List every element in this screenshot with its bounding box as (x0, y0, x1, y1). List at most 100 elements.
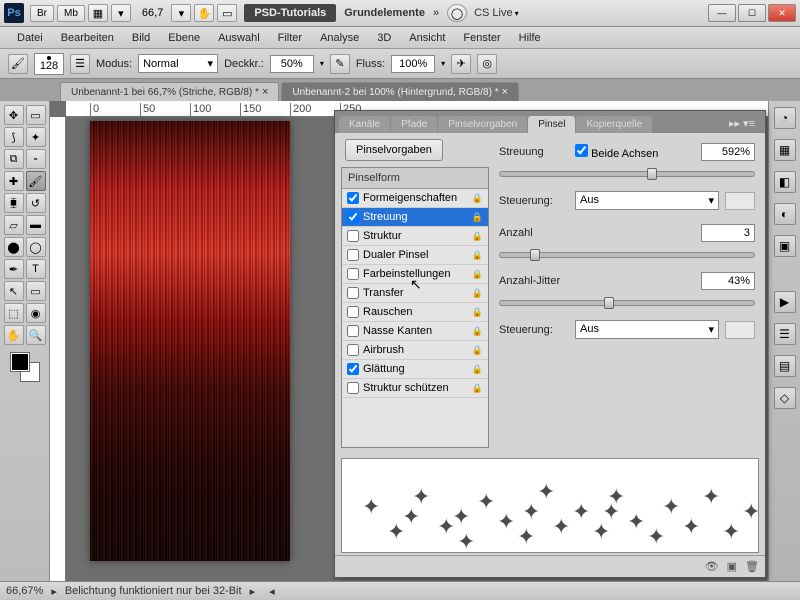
3d-tool[interactable]: ⬚ (4, 303, 24, 323)
lock-icon[interactable]: 🔒 (472, 269, 483, 280)
lock-icon[interactable]: 🔒 (472, 383, 483, 394)
menu-hilfe[interactable]: Hilfe (510, 29, 550, 47)
dodge-tool[interactable]: ◯ (26, 237, 46, 257)
brush-tool[interactable]: 🖌 (26, 171, 46, 191)
control-select-1[interactable]: Aus▾ (575, 191, 719, 210)
menu-analyse[interactable]: Analyse (311, 29, 368, 47)
brush-option-struktur-schützen[interactable]: Struktur schützen🔒 (342, 379, 488, 398)
blur-tool[interactable]: ⬤ (4, 237, 24, 257)
airbrush-icon[interactable]: ✈ (451, 54, 471, 74)
shape-tool[interactable]: ▭ (26, 281, 46, 301)
brush-presets-button[interactable]: Pinselvorgaben (345, 139, 443, 161)
canvas[interactable] (90, 121, 290, 561)
option-checkbox[interactable] (347, 344, 359, 356)
mode-select[interactable]: Normal▾ (138, 54, 218, 73)
option-checkbox[interactable] (347, 211, 359, 223)
chevron-right-icon[interactable]: » (433, 7, 439, 19)
brush-option-rauschen[interactable]: Rauschen🔒 (342, 303, 488, 322)
panel-tab-kanäle[interactable]: Kanäle (339, 116, 390, 133)
crop-tool[interactable]: ⧉ (4, 149, 24, 169)
marquee-tool[interactable]: ▭ (26, 105, 46, 125)
history-brush-tool[interactable]: ↺ (26, 193, 46, 213)
count-value-input[interactable]: 3 (701, 224, 755, 242)
zoom-value[interactable]: 66,7 (142, 7, 163, 19)
menu-fenster[interactable]: Fenster (454, 29, 509, 47)
document-tab[interactable]: Unbenannt-1 bei 66,7% (Striche, RGB/8) *… (60, 82, 279, 101)
flow-input[interactable]: 100% (391, 55, 435, 73)
brush-option-airbrush[interactable]: Airbrush🔒 (342, 341, 488, 360)
flow-dropdown-icon[interactable]: ▾ (441, 59, 445, 68)
wand-tool[interactable]: ✦ (26, 127, 46, 147)
lock-icon[interactable]: 🔒 (472, 288, 483, 299)
path-select-tool[interactable]: ↖ (4, 281, 24, 301)
chevron-right-icon[interactable]: ▸ (250, 585, 256, 598)
option-checkbox[interactable] (347, 306, 359, 318)
lock-icon[interactable]: 🔒 (472, 250, 483, 261)
both-axes-checkbox[interactable]: Beide Achsen (575, 144, 658, 160)
3d-camera-tool[interactable]: ◉ (26, 303, 46, 323)
panel-tab-pinsel[interactable]: Pinsel (528, 116, 575, 133)
brush-option-nasse-kanten[interactable]: Nasse Kanten🔒 (342, 322, 488, 341)
healing-tool[interactable]: ✚ (4, 171, 24, 191)
option-checkbox[interactable] (347, 249, 359, 261)
tablet-pressure-icon[interactable]: ◎ (477, 54, 497, 74)
menu-auswahl[interactable]: Auswahl (209, 29, 269, 47)
layers-panel-icon[interactable]: ☰ (774, 323, 796, 345)
brush-option-dualer-pinsel[interactable]: Dualer Pinsel🔒 (342, 246, 488, 265)
type-tool[interactable]: T (26, 259, 46, 279)
menu-ebene[interactable]: Ebene (159, 29, 209, 47)
lock-icon[interactable]: 🔒 (472, 193, 483, 204)
trash-icon[interactable]: 🗑 (745, 560, 759, 573)
toggle-preview-icon[interactable]: 👁 (705, 560, 719, 573)
lasso-tool[interactable]: ⟆ (4, 127, 24, 147)
arrange-icon[interactable]: ▭ (217, 4, 237, 22)
adjustments-panel-icon[interactable]: ◐ (774, 203, 796, 225)
maximize-button[interactable]: ☐ (738, 4, 766, 22)
swatches-panel-icon[interactable]: ▦ (774, 139, 796, 161)
panel-menu-icon[interactable]: ▸▸ ▾≡ (723, 114, 761, 133)
cslive-label[interactable]: CS Live (474, 7, 513, 19)
count-jitter-input[interactable]: 43% (701, 272, 755, 290)
brush-preset-picker[interactable]: 128 (34, 53, 64, 75)
document-tab[interactable]: Unbenannt-2 bei 100% (Hintergrund, RGB/8… (281, 82, 519, 101)
brush-option-farbeinstellungen[interactable]: Farbeinstellungen🔒 (342, 265, 488, 284)
menu-bearbeiten[interactable]: Bearbeiten (52, 29, 123, 47)
scroll-left-icon[interactable]: ◂ (269, 585, 275, 598)
menu-ansicht[interactable]: Ansicht (400, 29, 454, 47)
status-zoom[interactable]: 66,67% (6, 585, 43, 597)
lock-icon[interactable]: 🔒 (472, 212, 483, 223)
brush-option-struktur[interactable]: Struktur🔒 (342, 227, 488, 246)
actions-panel-icon[interactable]: ▶ (774, 291, 796, 313)
option-checkbox[interactable] (347, 382, 359, 394)
hand-tool-icon[interactable]: ✋ (194, 4, 214, 22)
close-button[interactable]: ✕ (768, 4, 796, 22)
brush-tip-shape-header[interactable]: Pinselform (342, 168, 488, 189)
eraser-tool[interactable]: ▱ (4, 215, 24, 235)
count-jitter-slider[interactable] (499, 300, 755, 306)
minimize-button[interactable]: — (708, 4, 736, 22)
zoom-tool[interactable]: 🔍 (26, 325, 46, 345)
channels-panel-icon[interactable]: ▤ (774, 355, 796, 377)
brush-option-transfer[interactable]: Transfer🔒 (342, 284, 488, 303)
gradient-tool[interactable]: ▬ (26, 215, 46, 235)
stamp-tool[interactable]: ⧯ (4, 193, 24, 213)
opacity-dropdown-icon[interactable]: ▾ (320, 59, 324, 68)
minibridge-button[interactable]: Mb (57, 5, 85, 22)
control-select-2[interactable]: Aus▾ (575, 320, 719, 339)
screen-mode-icon[interactable]: ▦ (88, 4, 108, 22)
panel-tab-kopierquelle[interactable]: Kopierquelle (576, 116, 652, 133)
lock-icon[interactable]: 🔒 (472, 307, 483, 318)
lock-icon[interactable]: 🔒 (472, 326, 483, 337)
cslive-icon[interactable]: ◯ (447, 4, 467, 22)
lock-icon[interactable]: 🔒 (472, 345, 483, 356)
bridge-button[interactable]: Br (30, 5, 54, 22)
masks-panel-icon[interactable]: ▣ (774, 235, 796, 257)
option-checkbox[interactable] (347, 363, 359, 375)
paths-panel-icon[interactable]: ◇ (774, 387, 796, 409)
menu-3d[interactable]: 3D (368, 29, 400, 47)
brush-tool-icon[interactable]: 🖌 (8, 54, 28, 74)
workspace-name[interactable]: Grundelemente (344, 7, 425, 19)
scatter-value-input[interactable]: 592% (701, 143, 755, 161)
workspace-label[interactable]: PSD-Tutorials (244, 4, 336, 22)
lock-icon[interactable]: 🔒 (472, 231, 483, 242)
